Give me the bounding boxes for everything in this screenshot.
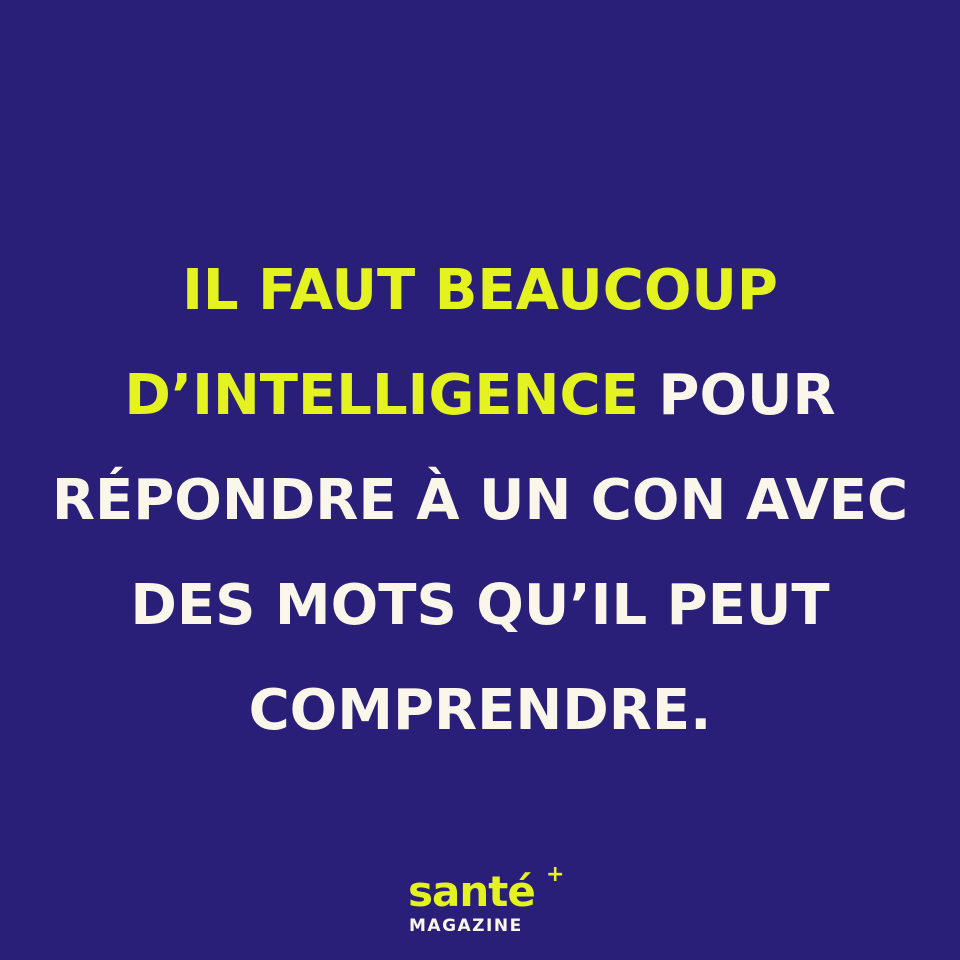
quote-highlight-word: D’INTELLIGENCE	[124, 363, 639, 428]
quote-line-5: COMPRENDRE.	[248, 678, 712, 743]
quote-text: IL FAUT BEAUCOUP D’INTELLIGENCE POUR RÉP…	[0, 238, 960, 763]
quote-line-2-rest: POUR	[638, 363, 836, 428]
sante-magazine-logo: santé + MAGAZINE	[405, 864, 565, 948]
logo-wordmark: santé	[408, 867, 536, 916]
quote-line-2: D’INTELLIGENCE POUR	[0, 343, 960, 448]
quote-line-1: IL FAUT BEAUCOUP	[182, 258, 778, 323]
quote-line-3: RÉPONDRE À UN CON AVEC	[51, 468, 909, 533]
logo-subtitle: MAGAZINE	[409, 916, 523, 936]
logo-plus-icon: +	[546, 862, 565, 887]
quote-line-4: DES MOTS QU’IL PEUT	[130, 573, 830, 638]
